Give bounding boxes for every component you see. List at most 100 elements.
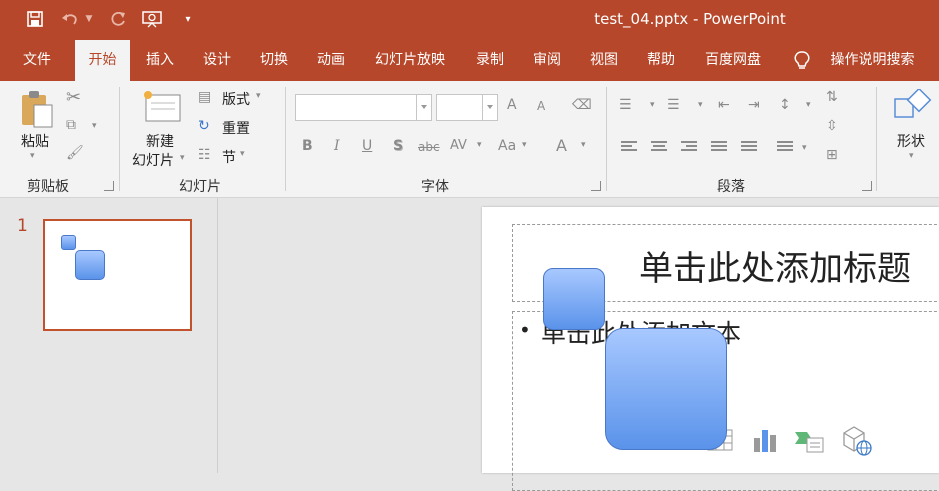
chevron-down-icon[interactable]: ▾: [650, 100, 655, 110]
divider: [876, 87, 877, 191]
layout-button[interactable]: 版式: [222, 89, 250, 109]
slide-thumbnail[interactable]: [43, 219, 192, 331]
slide-number: 1: [17, 216, 28, 236]
font-name-combo[interactable]: [295, 94, 432, 121]
new-slide-label[interactable]: 新建: [146, 131, 174, 151]
tell-me-search[interactable]: 操作说明搜索: [820, 40, 925, 81]
chevron-down-icon[interactable]: ▾: [522, 140, 527, 150]
save-icon[interactable]: [25, 9, 45, 29]
chevron-down-icon[interactable]: [482, 95, 497, 120]
tab-slideshow[interactable]: 幻灯片放映: [367, 40, 453, 81]
tab-baidu-netdisk[interactable]: 百度网盘: [697, 40, 769, 81]
large-rounded-rectangle-shape[interactable]: [605, 328, 727, 450]
align-right-icon[interactable]: [681, 141, 697, 155]
paste-icon[interactable]: [20, 89, 54, 133]
tab-record[interactable]: 录制: [465, 40, 515, 81]
clipboard-group-label: 剪贴板: [27, 179, 69, 195]
shapes-dropdown-icon[interactable]: ▾: [909, 151, 914, 161]
shapes-icon[interactable]: [893, 87, 933, 129]
insert-3d-model-icon[interactable]: [840, 424, 872, 460]
layout-dropdown-icon[interactable]: ▾: [256, 91, 261, 101]
tab-view[interactable]: 视图: [579, 40, 629, 81]
copy-icon[interactable]: ⧉: [66, 117, 76, 133]
new-slide-dropdown-icon[interactable]: ▾: [180, 153, 185, 163]
copy-dropdown-icon[interactable]: ▾: [92, 121, 97, 131]
new-slide-icon[interactable]: [142, 89, 182, 127]
tab-insert[interactable]: 插入: [135, 40, 185, 81]
distributed-icon[interactable]: [741, 141, 757, 155]
thumbnail-large-shape: [75, 250, 105, 280]
tab-design[interactable]: 设计: [192, 40, 242, 81]
line-spacing-icon[interactable]: ↕: [779, 97, 791, 113]
character-spacing-button[interactable]: AV: [450, 138, 467, 153]
title-bar: ▼ ▾ test_04.pptx - PowerPoint: [0, 0, 939, 40]
tab-transitions[interactable]: 切换: [249, 40, 299, 81]
tab-home[interactable]: 开始: [75, 40, 130, 81]
font-color-button[interactable]: A: [556, 136, 567, 155]
bold-button[interactable]: B: [302, 138, 313, 154]
smartart-icon[interactable]: ⊞: [826, 147, 838, 163]
clipboard-launcher-icon[interactable]: [104, 181, 114, 191]
new-slide-button[interactable]: 幻灯片: [132, 150, 174, 170]
section-dropdown-icon[interactable]: ▾: [240, 149, 245, 159]
insert-smartart-icon[interactable]: [793, 426, 825, 458]
ribbon-tabs: 文件 开始 插入 设计 切换 动画 幻灯片放映 录制 审阅 视图 帮助 百度网盘…: [0, 40, 939, 81]
insert-chart-icon[interactable]: [751, 426, 781, 458]
customize-icon[interactable]: ▾: [178, 9, 198, 29]
format-painter-icon[interactable]: 🖌: [66, 145, 84, 161]
tab-review[interactable]: 审阅: [522, 40, 572, 81]
align-left-icon[interactable]: [621, 141, 637, 155]
tab-help[interactable]: 帮助: [636, 40, 686, 81]
chevron-down-icon[interactable]: ▾: [477, 140, 482, 150]
align-text-icon[interactable]: ⇳: [826, 118, 838, 134]
chevron-down-icon[interactable]: ▾: [581, 140, 586, 150]
shapes-button[interactable]: 形状: [897, 131, 925, 151]
paragraph-launcher-icon[interactable]: [862, 181, 872, 191]
align-center-icon[interactable]: [651, 141, 667, 155]
slides-pane: 1: [0, 198, 218, 473]
paste-dropdown-icon[interactable]: ▾: [30, 151, 35, 161]
title-placeholder-text: 单击此处添加标题: [639, 249, 911, 289]
numbering-icon[interactable]: ☰: [667, 97, 680, 113]
bullet-glyph: •: [519, 318, 531, 342]
decrease-indent-icon[interactable]: ⇤: [718, 97, 730, 113]
justify-icon[interactable]: [711, 141, 727, 155]
bullets-icon[interactable]: ☰: [619, 97, 632, 113]
undo-icon[interactable]: [60, 9, 80, 29]
reset-button[interactable]: 重置: [222, 118, 250, 138]
tab-file[interactable]: 文件: [12, 40, 62, 81]
columns-icon[interactable]: [777, 141, 793, 155]
change-case-button[interactable]: Aa: [498, 138, 516, 154]
font-size-combo[interactable]: [436, 94, 498, 121]
document-title: test_04.pptx - PowerPoint: [594, 10, 786, 28]
slides-group-label: 幻灯片: [179, 179, 221, 195]
underline-button[interactable]: U: [362, 138, 372, 154]
italic-button[interactable]: I: [334, 138, 340, 154]
present-icon[interactable]: [142, 9, 162, 29]
reset-icon[interactable]: ↻: [198, 118, 210, 134]
chevron-down-icon[interactable]: ▾: [698, 100, 703, 110]
section-icon[interactable]: ☷: [198, 147, 211, 163]
small-rounded-rectangle-shape[interactable]: [543, 268, 605, 330]
layout-icon[interactable]: ▤: [198, 89, 211, 105]
section-button[interactable]: 节: [222, 147, 236, 167]
increase-indent-icon[interactable]: ⇥: [748, 97, 760, 113]
divider: [285, 87, 286, 191]
paste-button[interactable]: 粘贴: [21, 131, 49, 151]
clear-formatting-icon[interactable]: ⌫: [572, 97, 592, 113]
cut-icon[interactable]: ✂: [66, 87, 81, 108]
font-launcher-icon[interactable]: [591, 181, 601, 191]
lightbulb-icon[interactable]: [794, 51, 810, 75]
shrink-font-icon[interactable]: A: [537, 99, 545, 113]
shadow-button[interactable]: S: [393, 138, 403, 154]
grow-font-icon[interactable]: A: [507, 97, 517, 113]
strikethrough-button[interactable]: abc: [418, 140, 440, 154]
chevron-down-icon[interactable]: ▾: [802, 143, 807, 153]
redo-icon[interactable]: [108, 9, 128, 29]
paragraph-group-label: 段落: [717, 179, 745, 195]
chevron-down-icon[interactable]: [416, 95, 431, 120]
chevron-down-icon[interactable]: ▾: [806, 100, 811, 110]
tab-animations[interactable]: 动画: [306, 40, 356, 81]
text-direction-icon[interactable]: ⇅: [826, 89, 838, 105]
undo-dropdown-icon[interactable]: ▼: [83, 9, 95, 29]
